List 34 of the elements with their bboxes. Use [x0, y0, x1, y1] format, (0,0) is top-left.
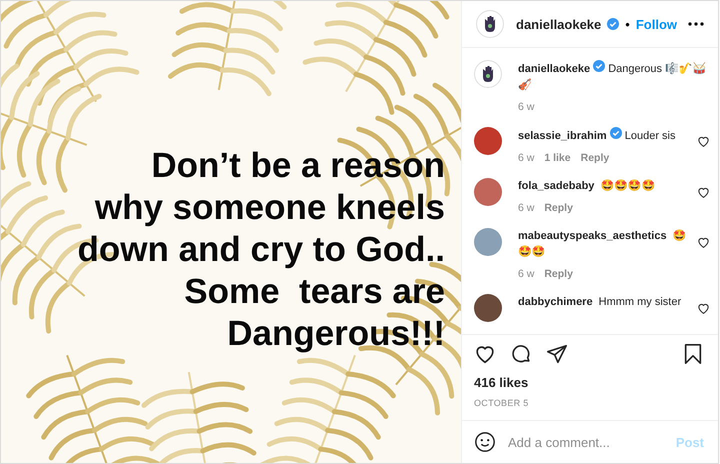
timestamp: 6 w	[518, 100, 534, 115]
hand-avatar-icon[interactable]	[474, 60, 502, 88]
post-text-line: down and cry to God..	[78, 228, 445, 270]
heart-icon[interactable]	[697, 135, 710, 148]
timestamp: 6 w	[518, 267, 534, 282]
hand-avatar-icon[interactable]	[476, 10, 504, 38]
bookmark-icon[interactable]	[682, 343, 704, 365]
likes-count[interactable]: 1 like	[544, 150, 571, 166]
post-date: OCTOBER 5	[473, 397, 530, 410]
timestamp: 6 w	[518, 201, 534, 216]
comment-icon[interactable]	[510, 343, 532, 365]
comment-text: dabbychimere Hmmm my sister	[518, 295, 682, 310]
comment-text: selassie_ibrahim Louder sis	[518, 127, 687, 144]
reply-button[interactable]: Reply	[544, 266, 573, 282]
caption-text: daniellaokeke Dangerous 🎼🎷🥁🎻	[518, 60, 710, 93]
smiley-icon[interactable]	[474, 431, 496, 453]
more-options-icon[interactable]	[688, 22, 704, 26]
avatar-circle[interactable]	[474, 294, 502, 322]
post-text-line: why someone kneels	[94, 186, 445, 228]
avatar-circle[interactable]	[474, 178, 502, 206]
username[interactable]: daniellaokeke	[516, 16, 602, 32]
comment-text: mabeautyspeaks_aesthetics 🤩🤩🤩	[518, 228, 687, 260]
heart-icon[interactable]	[697, 186, 710, 199]
comment-text: fola_sadebaby 🤩🤩🤩🤩	[518, 178, 656, 194]
heart-icon[interactable]	[697, 236, 710, 249]
heart-icon[interactable]	[697, 302, 710, 315]
reply-button[interactable]: Reply	[544, 200, 573, 216]
timestamp: 6 w	[518, 151, 534, 166]
share-icon[interactable]	[546, 343, 568, 365]
likes-count[interactable]: 416 likes	[462, 365, 718, 390]
follow-button[interactable]: Follow	[636, 16, 678, 32]
reply-button[interactable]: Reply	[580, 150, 610, 166]
avatar-circle[interactable]	[474, 127, 502, 155]
separator-dot: •	[625, 16, 630, 32]
